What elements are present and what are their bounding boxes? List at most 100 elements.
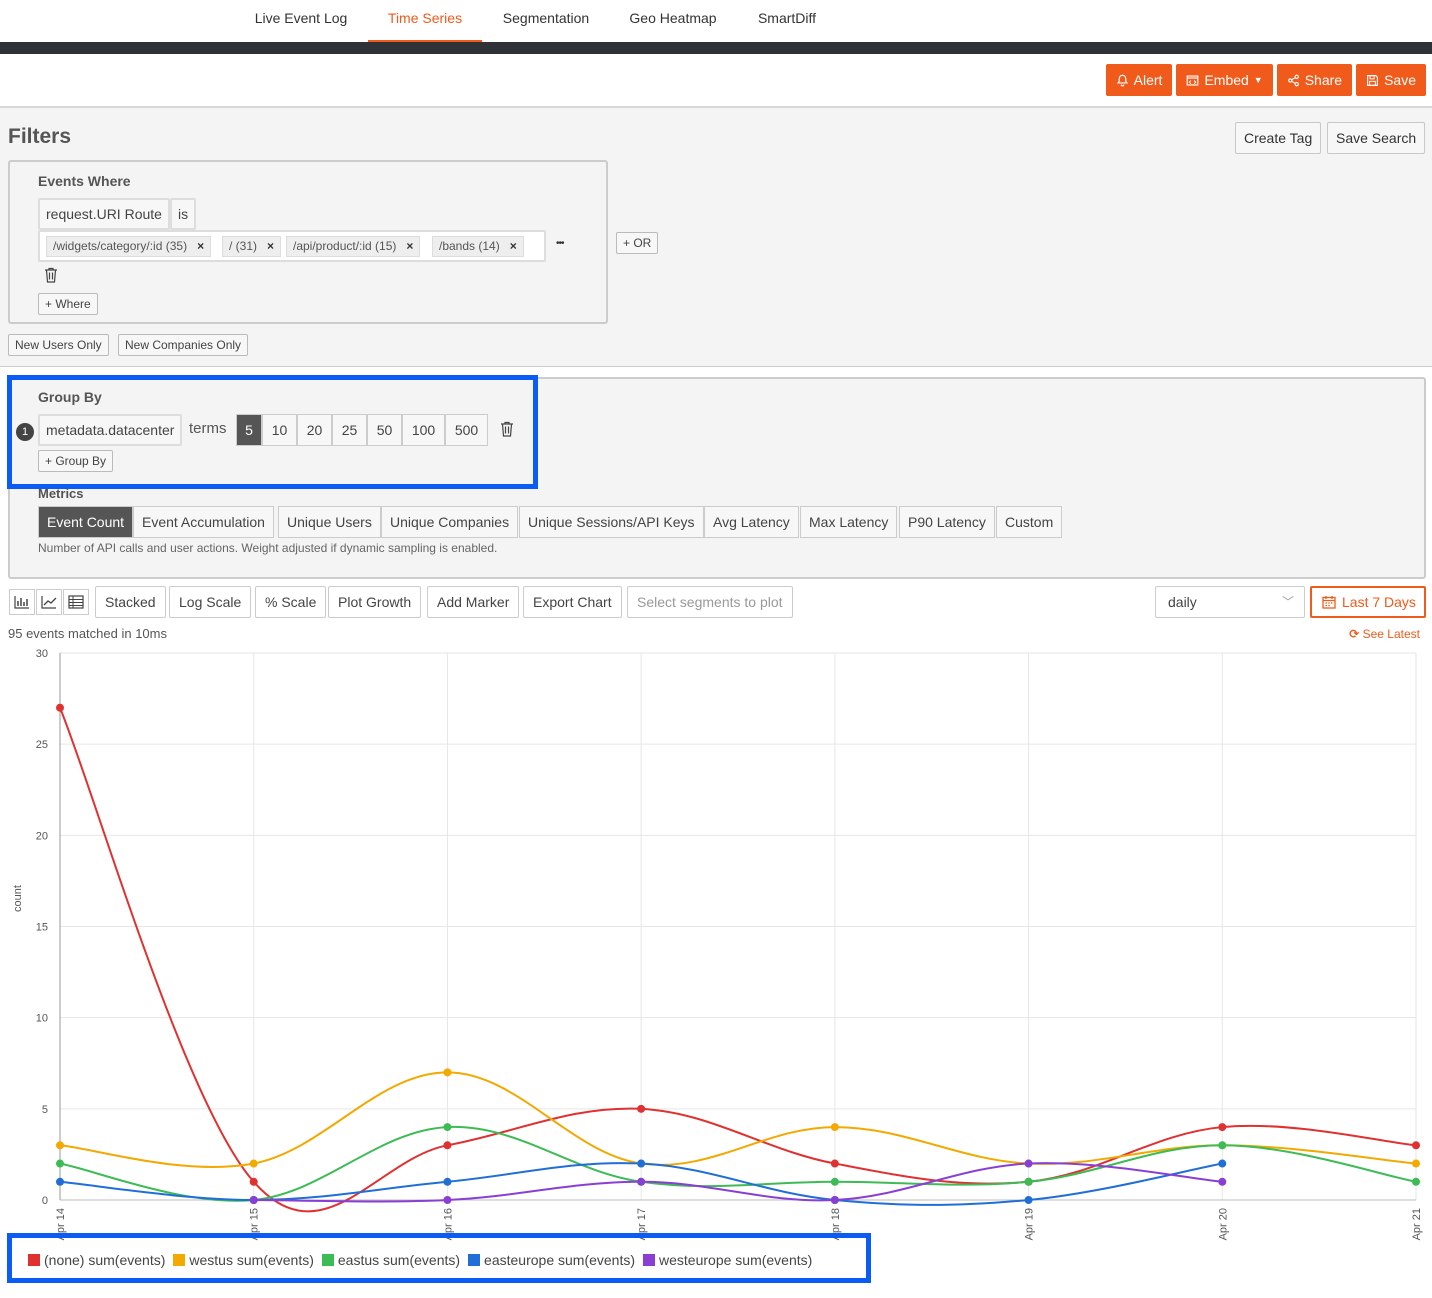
add-marker-button[interactable]: Add Marker	[427, 586, 520, 618]
highlight-box	[7, 375, 538, 489]
see-latest-link[interactable]: ⟳ See Latest	[1349, 627, 1420, 641]
data-point	[1024, 1159, 1033, 1168]
legend-item[interactable]: westeurope sum(events)	[643, 1252, 812, 1268]
legend-label: eastus sum(events)	[337, 1252, 461, 1268]
trash-icon[interactable]	[44, 267, 58, 288]
data-point	[249, 1159, 258, 1168]
see-latest-label: See Latest	[1362, 627, 1420, 641]
alert-button[interactable]: Alert	[1105, 64, 1173, 96]
legend-item[interactable]: easteurope sum(events)	[468, 1252, 635, 1268]
tab-time-series[interactable]: Time Series	[368, 0, 482, 42]
y-tick-label: 30	[36, 648, 48, 660]
metric-p90-latency[interactable]: P90 Latency	[899, 506, 995, 538]
new-companies-only-button[interactable]: New Companies Only	[118, 334, 249, 356]
log-scale-button[interactable]: Log Scale	[169, 586, 252, 618]
data-point	[249, 1196, 258, 1204]
chart-axes: 051015202530Apr 14 Apr 15 Apr 16 Apr 17 Apr …	[36, 648, 1423, 1240]
data-point	[637, 1104, 646, 1113]
metric-custom[interactable]: Custom	[996, 506, 1063, 538]
data-point	[1024, 1177, 1033, 1186]
add-or-button[interactable]: + OR	[616, 232, 659, 254]
y-tick-label: 10	[36, 1013, 48, 1025]
y-axis-label: count	[12, 885, 24, 912]
plot-growth-button[interactable]: Plot Growth	[328, 586, 422, 618]
y-tick-label: 15	[36, 922, 48, 934]
new-users-only-button[interactable]: New Users Only	[8, 334, 109, 356]
data-point	[830, 1123, 839, 1132]
chart-points	[56, 703, 1420, 1204]
action-buttons: Alert Embed ▼ Share Save	[1105, 64, 1426, 96]
metric-unique-companies[interactable]: Unique Companies	[381, 506, 519, 538]
tab-smartdiff[interactable]: SmartDiff	[742, 0, 832, 42]
tab-live-event-log[interactable]: Live Event Log	[240, 0, 362, 42]
close-icon[interactable]: ×	[197, 237, 204, 256]
metric-event-count[interactable]: Event Count	[38, 506, 134, 538]
tab-segmentation[interactable]: Segmentation	[490, 0, 602, 42]
more-options-icon[interactable]: •••	[556, 238, 564, 249]
line-chart-icon[interactable]	[36, 589, 62, 615]
data-point	[443, 1177, 452, 1186]
segments-select[interactable]: Select segments to plot	[627, 586, 793, 618]
share-button[interactable]: Share	[1276, 64, 1353, 96]
header-bar	[0, 42, 1432, 54]
interval-select[interactable]: daily ﹀	[1155, 586, 1305, 618]
data-point	[56, 1159, 64, 1168]
legend-item[interactable]: eastus sum(events)	[321, 1252, 461, 1268]
filters-title: Filters	[8, 125, 72, 148]
metric-unique-users[interactable]: Unique Users	[278, 506, 381, 538]
data-point	[1412, 1159, 1420, 1168]
interval-value: daily	[1168, 594, 1197, 610]
data-point	[637, 1159, 646, 1168]
series-line	[253, 1162, 1223, 1203]
stacked-button[interactable]: Stacked	[95, 586, 166, 618]
code-window-icon	[1187, 74, 1199, 86]
percent-scale-button[interactable]: % Scale	[255, 586, 327, 618]
events-where-label: Events Where	[38, 173, 131, 189]
data-point	[249, 1196, 258, 1204]
bar-chart-icon[interactable]	[9, 589, 35, 615]
data-point	[1218, 1159, 1227, 1168]
embed-label: Embed	[1204, 72, 1249, 88]
export-chart-button[interactable]: Export Chart	[523, 586, 622, 618]
data-point	[1218, 1141, 1227, 1150]
tag-label: / (31)	[229, 239, 258, 253]
filter-value-tag: /bands (14) ×	[432, 236, 524, 257]
embed-button[interactable]: Embed ▼	[1176, 64, 1273, 96]
legend-item[interactable]: westus sum(events)	[173, 1252, 314, 1268]
legend-swatch	[173, 1254, 186, 1266]
caret-down-icon: ▼	[1253, 75, 1263, 85]
save-button[interactable]: Save	[1356, 64, 1426, 96]
data-point	[443, 1141, 452, 1150]
metric-unique-sessions[interactable]: Unique Sessions/API Keys	[519, 506, 704, 538]
metrics-label: Metrics	[38, 486, 84, 501]
metric-max-latency[interactable]: Max Latency	[800, 506, 898, 538]
data-point	[249, 1177, 258, 1186]
filter-value-tag: /api/product/:id (15) ×	[286, 236, 421, 257]
data-point	[1412, 1177, 1420, 1186]
data-point	[830, 1159, 839, 1168]
filter-values-input[interactable]: /widgets/category/:id (35) × / (31) × /a…	[38, 230, 546, 262]
legend-swatch	[321, 1254, 334, 1266]
create-tag-button[interactable]: Create Tag	[1235, 122, 1322, 154]
share-label: Share	[1304, 72, 1343, 88]
save-search-button[interactable]: Save Search	[1327, 122, 1426, 154]
filter-field-select[interactable]: request.URI Route	[38, 198, 170, 230]
filter-value-tag: / (31) ×	[222, 236, 282, 257]
data-point	[443, 1196, 452, 1204]
legend-swatch	[468, 1254, 481, 1266]
legend-label: westeurope sum(events)	[659, 1252, 813, 1268]
tab-geo-heatmap[interactable]: Geo Heatmap	[616, 0, 730, 42]
data-point	[830, 1196, 839, 1204]
metric-avg-latency[interactable]: Avg Latency	[704, 506, 799, 538]
legend-item[interactable]: (none) sum(events)	[28, 1252, 165, 1268]
y-tick-label: 20	[36, 830, 48, 842]
table-icon[interactable]	[63, 589, 89, 615]
close-icon[interactable]: ×	[406, 237, 413, 256]
add-where-button[interactable]: + Where	[38, 293, 98, 315]
date-range-button[interactable]: Last 7 Days	[1310, 586, 1426, 618]
filter-operator-select[interactable]: is	[170, 198, 197, 230]
data-point	[443, 1123, 452, 1132]
close-icon[interactable]: ×	[267, 237, 274, 256]
close-icon[interactable]: ×	[510, 237, 517, 256]
metric-event-accumulation[interactable]: Event Accumulation	[133, 506, 274, 538]
